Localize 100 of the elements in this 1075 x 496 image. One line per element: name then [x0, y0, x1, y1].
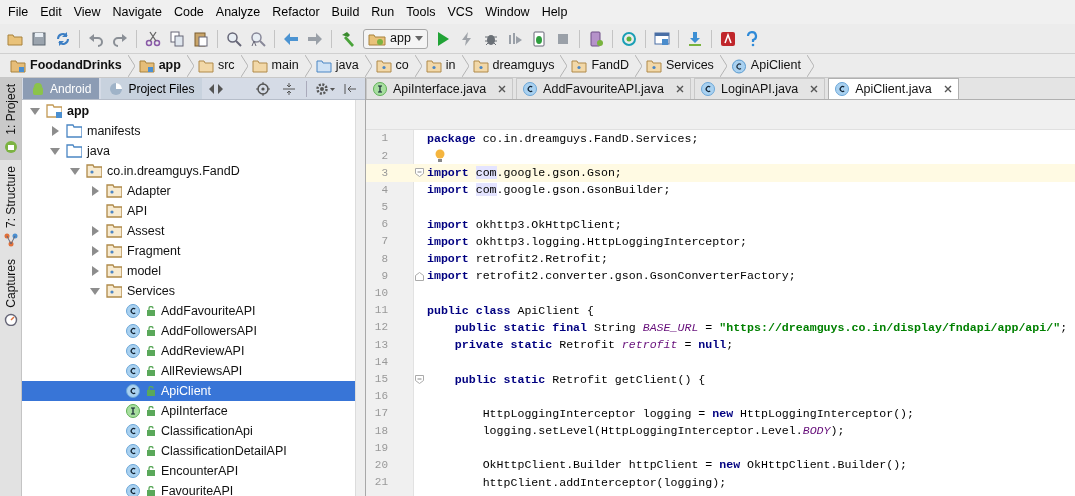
menu-item[interactable]: Help — [535, 1, 574, 23]
close-icon[interactable] — [676, 85, 684, 93]
breadcrumb-item[interactable]: Services — [641, 54, 720, 77]
breadcrumb-item[interactable]: src — [193, 54, 241, 77]
menu-item[interactable]: File — [2, 1, 35, 23]
menu-item[interactable]: Refactor — [266, 1, 326, 23]
menu-item[interactable]: Edit — [34, 1, 68, 23]
tree-item[interactable]: app — [22, 101, 355, 121]
tree-item[interactable]: manifests — [22, 121, 355, 141]
tree-item[interactable]: ClassificationDetailAPI — [22, 441, 355, 461]
collapsed-arrow-icon[interactable] — [91, 246, 99, 256]
expanded-arrow-icon[interactable] — [50, 147, 60, 155]
tree-item[interactable]: ApiClient — [22, 381, 355, 401]
collapsed-arrow-icon[interactable] — [51, 126, 59, 136]
package-icon — [106, 263, 122, 279]
editor-tab[interactable]: AddFavouriteAPI.java — [516, 78, 691, 99]
tree-item[interactable]: model — [22, 261, 355, 281]
breadcrumb-item[interactable]: dreamguys — [468, 54, 561, 77]
collapse-icon[interactable] — [282, 81, 296, 96]
paste-icon[interactable] — [193, 30, 209, 47]
tree-item[interactable]: ClassificationApi — [22, 421, 355, 441]
breadcrumb-item[interactable]: main — [247, 54, 305, 77]
phone-icon[interactable] — [587, 30, 604, 47]
attach-debugger-icon[interactable] — [530, 30, 547, 47]
menu-item[interactable]: Code — [167, 1, 210, 23]
breadcrumb-item[interactable]: FandD — [567, 54, 635, 77]
tree-item[interactable]: FavouriteAPI — [22, 481, 355, 496]
expanded-arrow-icon[interactable] — [30, 107, 40, 115]
run-configuration-dropdown[interactable]: app — [363, 28, 428, 49]
tree-item[interactable]: Services — [22, 281, 355, 301]
collapsed-arrow-icon[interactable] — [91, 186, 99, 196]
editor-tab[interactable]: ApiClient.java — [828, 78, 959, 99]
tool-window-tab[interactable]: Captures — [0, 252, 21, 333]
tree-item[interactable]: API — [22, 201, 355, 221]
tree-item[interactable]: EncounterAPI — [22, 461, 355, 481]
tree-item[interactable]: co.in.dreamguys.FandD — [22, 161, 355, 181]
copy-icon[interactable] — [169, 30, 185, 47]
menu-item[interactable]: Run — [365, 1, 401, 23]
tree-item[interactable]: Fragment — [22, 241, 355, 261]
menu-item[interactable]: Window — [479, 1, 536, 23]
close-icon[interactable] — [943, 85, 952, 93]
breadcrumb-item[interactable]: co — [371, 54, 415, 77]
profiler-icon[interactable] — [506, 30, 523, 47]
lock-icon — [146, 446, 156, 456]
scrollbar-track[interactable] — [355, 100, 365, 496]
class-icon — [126, 443, 142, 459]
menu-item[interactable]: View — [67, 1, 107, 23]
collapsed-arrow-icon[interactable] — [91, 226, 99, 236]
expanded-arrow-icon[interactable] — [90, 287, 100, 295]
project-structure-icon[interactable] — [653, 30, 670, 47]
breadcrumb-item[interactable]: app — [134, 54, 187, 77]
menu-item[interactable]: Build — [325, 1, 366, 23]
scissors-icon[interactable] — [145, 30, 161, 47]
collapsed-arrow-icon[interactable] — [91, 266, 99, 276]
folder-icon — [425, 57, 442, 74]
menu-item[interactable]: Analyze — [209, 1, 267, 23]
close-icon[interactable] — [810, 85, 819, 93]
breadcrumb-item[interactable]: java — [311, 54, 365, 77]
lightbulb-icon[interactable] — [435, 148, 445, 163]
editor-tab[interactable]: ApiInterface.java — [366, 78, 514, 99]
settings-icon[interactable] — [315, 81, 335, 96]
gradle-sync-icon[interactable] — [620, 30, 637, 47]
close-icon[interactable] — [498, 85, 507, 93]
target-icon[interactable] — [256, 81, 270, 96]
tree-item[interactable]: AddFollowersAPI — [22, 321, 355, 341]
breadcrumb-item[interactable]: FoodandDrinks — [6, 54, 128, 77]
fold-marker-icon[interactable] — [415, 374, 424, 384]
class-icon — [126, 343, 142, 359]
tool-window-tab[interactable]: 1: Project — [0, 78, 21, 160]
line-number: 18 — [373, 423, 389, 439]
save-icon[interactable] — [31, 30, 47, 47]
tree-item[interactable]: java — [22, 141, 355, 161]
tree-item[interactable]: Adapter — [22, 181, 355, 201]
fold-end-icon[interactable] — [415, 271, 424, 281]
editor-tab[interactable]: LoginAPI.java — [694, 78, 826, 99]
breadcrumb-item[interactable]: ApiClient — [726, 54, 807, 77]
expand-arrows-icon[interactable] — [209, 83, 224, 94]
hammer-icon[interactable] — [340, 30, 356, 47]
view-tab[interactable]: Project Files — [101, 78, 203, 99]
tree-item[interactable]: AddFavouriteAPI — [22, 301, 355, 321]
menu-item[interactable]: VCS — [441, 1, 480, 23]
tree-item[interactable]: AllReviewsAPI — [22, 361, 355, 381]
expanded-arrow-icon[interactable] — [70, 167, 80, 175]
search-icon[interactable] — [226, 30, 242, 47]
tree-item[interactable]: Assest — [22, 221, 355, 241]
lock-icon — [146, 426, 156, 436]
fold-marker-icon[interactable] — [415, 168, 424, 178]
breadcrumb-item[interactable]: in — [421, 54, 462, 77]
menu-item[interactable]: Tools — [400, 1, 442, 23]
download-icon[interactable] — [686, 30, 703, 47]
menu-item[interactable]: Navigate — [106, 1, 168, 23]
tool-window-tab[interactable]: 7: Structure — [0, 159, 21, 253]
replace-icon[interactable] — [250, 30, 266, 47]
hide-icon[interactable] — [343, 81, 357, 96]
tree-item[interactable]: AddReviewAPI — [22, 341, 355, 361]
line-number: 4 — [380, 182, 389, 198]
sync-icon[interactable] — [55, 30, 71, 47]
forward-arrow-icon[interactable] — [307, 30, 323, 47]
tree-item[interactable]: ApiInterface — [22, 401, 355, 421]
device-monitor-icon[interactable] — [719, 30, 736, 47]
